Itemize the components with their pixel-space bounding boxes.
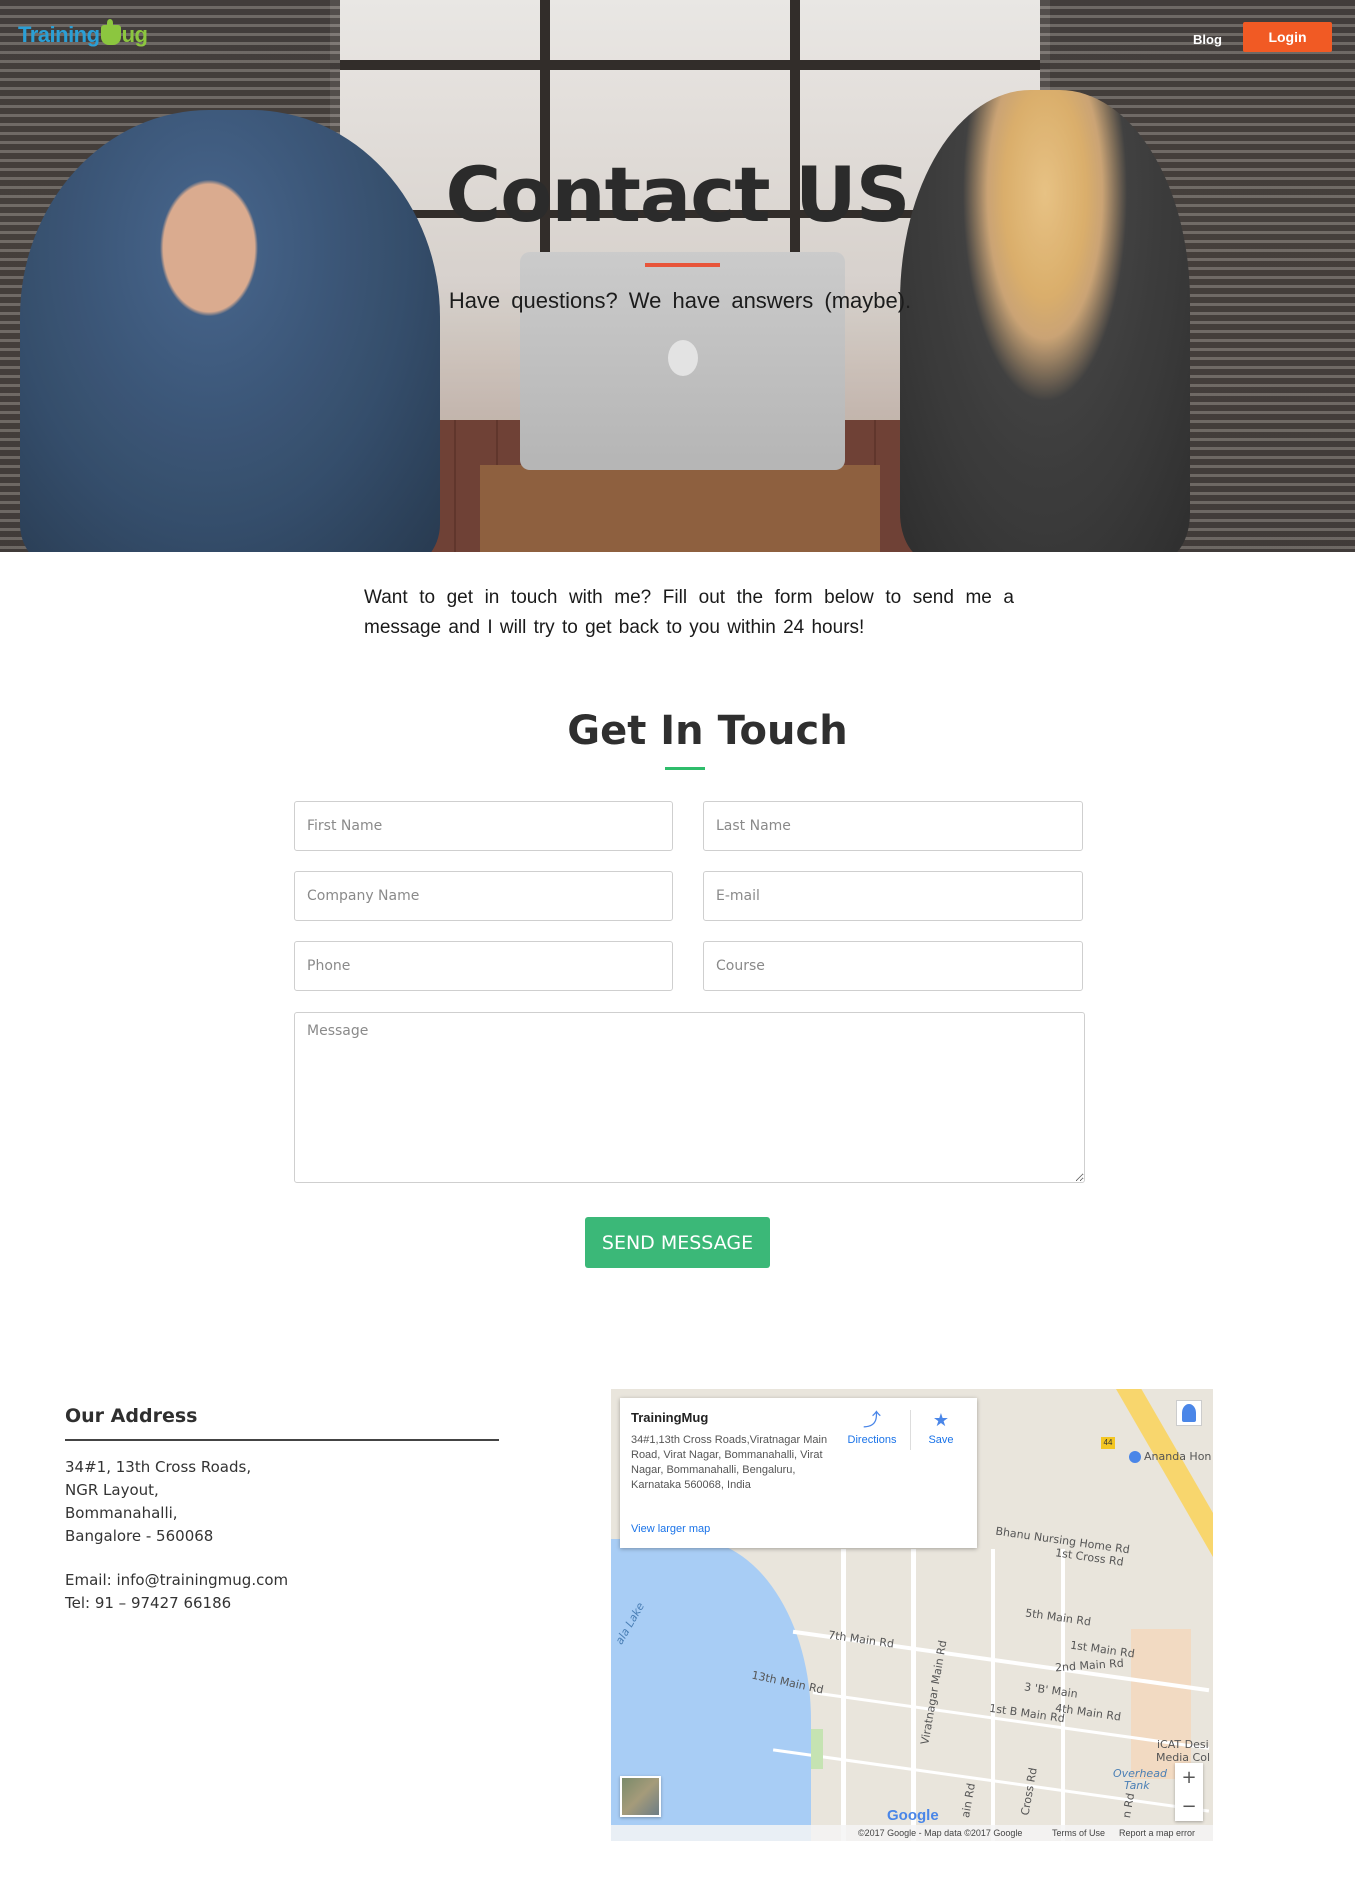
last-name-input[interactable] [703,801,1083,851]
message-textarea[interactable] [294,1012,1085,1183]
company-name-input[interactable] [294,871,673,921]
map-place-card: TrainingMug 34#1,13th Cross Roads,Viratn… [620,1398,977,1548]
form-title-underline [665,767,705,770]
tel-line: Tel: 91 – 97427 66186 [65,1594,232,1612]
hero-banner: Training ug Blog Login Contact US Have q… [0,0,1355,552]
logo-text: ug [121,22,148,47]
map-label: 2nd Main Rd [1054,1656,1125,1675]
address-line: 34#1, 13th Cross Roads, [65,1458,252,1476]
map-label: Viratnagar Main Rd [918,1639,950,1746]
form-title: Get In Touch [567,708,848,754]
mug-icon [100,19,121,45]
map-label: Cross Rd [1018,1766,1040,1817]
intro-text: Want to get in touch with me? Fill out t… [364,587,1014,638]
map-copyright: ©2017 Google - Map data ©2017 Google [858,1828,1023,1838]
logo-text: Training [18,22,100,47]
map-label: 5th Main Rd [1024,1606,1092,1629]
card-divider [910,1410,911,1450]
place-name: TrainingMug [631,1410,709,1425]
map-park [811,1729,823,1769]
map-label: 3 'B' Main [1023,1680,1079,1701]
phone-input[interactable] [294,941,673,991]
login-button[interactable]: Login [1243,22,1332,52]
nav-blog-link[interactable]: Blog [1193,32,1222,47]
zoom-out-button[interactable]: − [1175,1792,1203,1821]
street-view-pegman-icon[interactable] [1176,1400,1202,1426]
address-line: Bangalore - 560068 [65,1527,214,1545]
page-subtitle: Have questions? We have answers (maybe). [448,288,912,313]
address-underline [65,1439,499,1441]
contact-block: Email: info@trainingmug.com Tel: 91 – 97… [65,1569,288,1615]
map-label: ain Rd [959,1782,978,1819]
address-block: 34#1, 13th Cross Roads, NGR Layout, Bomm… [65,1456,251,1548]
directions-icon: ⤴ [863,1410,881,1430]
send-message-button[interactable]: SEND MESSAGE [585,1217,770,1268]
map-label: Tank [1124,1779,1150,1792]
first-name-input[interactable] [294,801,673,851]
site-logo[interactable]: Training ug [18,19,148,48]
google-map[interactable]: 44 Ananda Hon Bhanu Nursing Home Rd 1st … [611,1389,1213,1841]
map-pin-icon[interactable] [1129,1451,1141,1463]
zoom-controls: + − [1175,1763,1203,1821]
directions-button[interactable]: ⤴ Directions [842,1410,902,1446]
email-input[interactable] [703,871,1083,921]
map-road [911,1549,916,1841]
directions-label: Directions [847,1434,897,1446]
highway-badge: 44 [1101,1437,1115,1449]
email-line: Email: info@trainingmug.com [65,1571,289,1589]
page-title: Contact US [445,150,911,239]
map-road [841,1549,846,1841]
map-label: 7th Main Rd [827,1628,895,1651]
hero-overlay [0,0,1355,552]
save-label: Save [928,1434,954,1446]
map-footer: ©2017 Google - Map data ©2017 Google Ter… [611,1825,1213,1841]
zoom-in-button[interactable]: + [1175,1763,1203,1792]
map-label: Ananda Hon [1144,1450,1212,1463]
map-label: n Rd [1119,1792,1138,1819]
report-error-link[interactable]: Report a map error [1119,1828,1195,1838]
map-label: iCAT Desi [1157,1738,1209,1751]
terms-link[interactable]: Terms of Use [1052,1828,1105,1838]
satellite-toggle[interactable] [620,1776,661,1817]
address-line: Bommanahalli, [65,1504,178,1522]
place-address: 34#1,13th Cross Roads,Viratnagar Main Ro… [631,1434,828,1491]
address-line: NGR Layout, [65,1481,159,1499]
map-road [991,1549,995,1841]
view-larger-map-link[interactable]: View larger map [631,1523,710,1535]
google-logo: Google [887,1807,939,1824]
course-input[interactable] [703,941,1083,991]
star-icon: ★ [932,1410,950,1430]
save-button[interactable]: ★ Save [916,1410,966,1446]
title-underline [645,263,720,267]
address-title: Our Address [65,1405,198,1427]
